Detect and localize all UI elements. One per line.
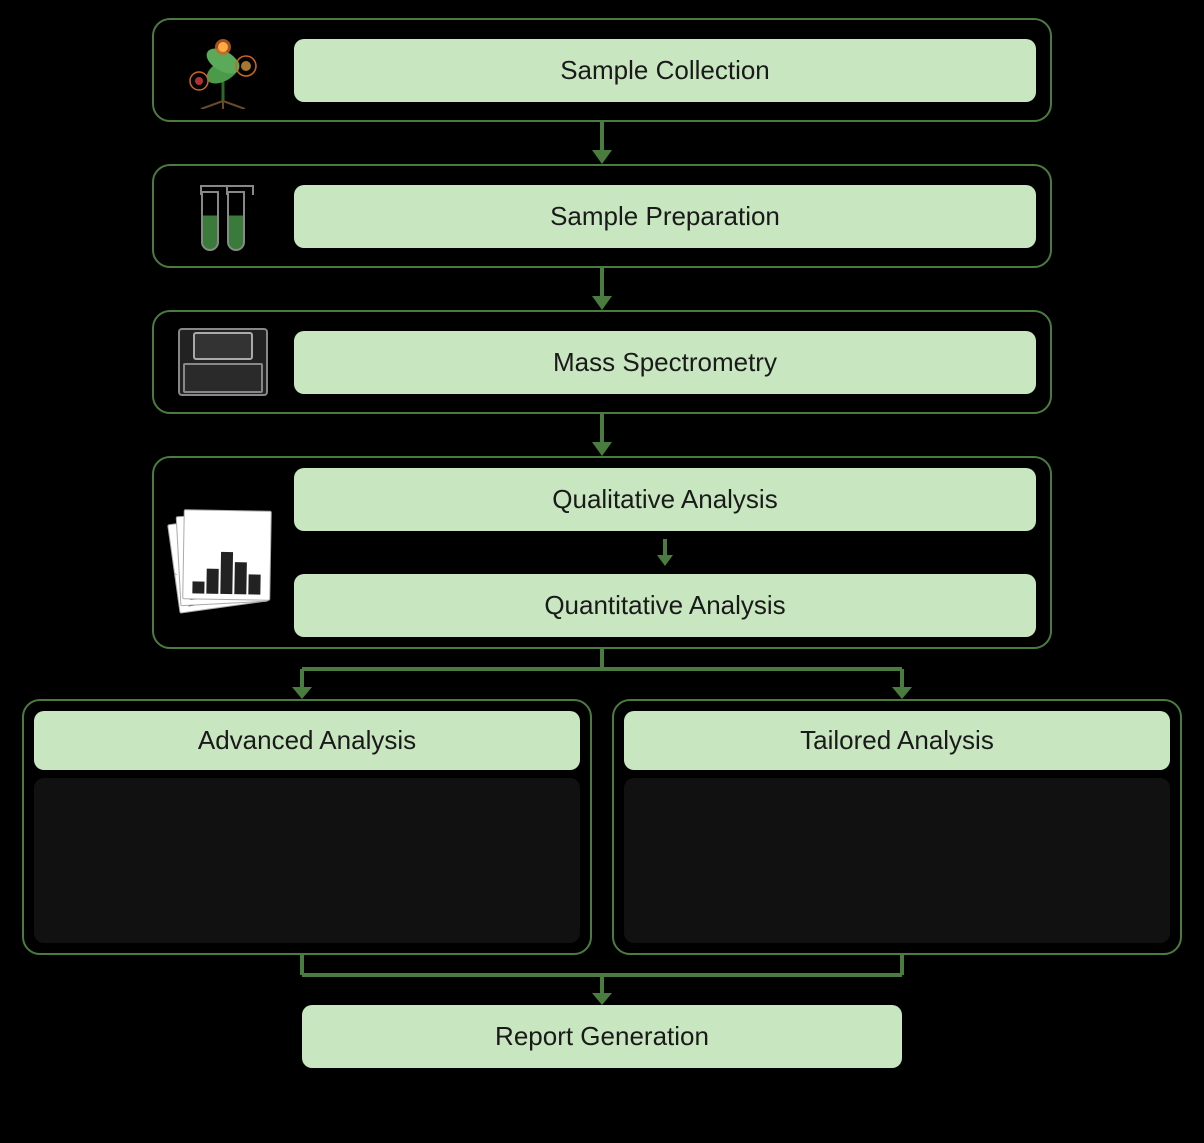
qualitative-analysis-label: Qualitative Analysis bbox=[294, 468, 1036, 531]
mass-spectrometry-row: Mass Spectrometry bbox=[152, 310, 1052, 414]
merge-arrows bbox=[22, 955, 1182, 1005]
spectrum-papers: ntensity m/z bbox=[173, 498, 273, 608]
bar bbox=[206, 568, 218, 593]
bar bbox=[248, 574, 260, 594]
advanced-analysis-content bbox=[34, 778, 580, 943]
merge-svg bbox=[22, 955, 1182, 1005]
report-generation-label: Report Generation bbox=[302, 1005, 902, 1068]
spectrum-paper-3 bbox=[182, 509, 272, 601]
arrow-3 bbox=[587, 414, 617, 456]
branch-svg bbox=[22, 649, 1182, 699]
ms-bot bbox=[183, 363, 263, 393]
inner-arrow bbox=[294, 539, 1036, 566]
arrow-head-3 bbox=[592, 442, 612, 456]
arrow-head-1 bbox=[592, 150, 612, 164]
tubes bbox=[171, 177, 276, 255]
tube-1 bbox=[201, 191, 219, 251]
arrow-1 bbox=[587, 122, 617, 164]
arrow-line-3 bbox=[600, 414, 604, 442]
plant-icon bbox=[168, 30, 278, 110]
sample-preparation-label: Sample Preparation bbox=[294, 185, 1036, 248]
branch-arrows bbox=[22, 649, 1182, 699]
tailored-analysis-box: Tailored Analysis bbox=[612, 699, 1182, 955]
mass-spectrometry-label: Mass Spectrometry bbox=[294, 331, 1036, 394]
ms-machine-icon bbox=[171, 323, 276, 401]
sample-preparation-row: Sample Preparation bbox=[152, 164, 1052, 268]
tailored-analysis-content bbox=[624, 778, 1170, 943]
inner-arrow-head bbox=[657, 555, 673, 566]
tailored-analysis-label: Tailored Analysis bbox=[624, 711, 1170, 770]
arrow-line-2 bbox=[600, 268, 604, 296]
arrow-line-1 bbox=[600, 122, 604, 150]
advanced-analysis-label: Advanced Analysis bbox=[34, 711, 580, 770]
side-by-side: Advanced Analysis Tailored Analysis bbox=[22, 699, 1182, 955]
flowchart: Sample Collection Sample Preparation bbox=[0, 0, 1204, 1143]
arrow-2 bbox=[587, 268, 617, 310]
plant-svg bbox=[171, 31, 276, 109]
tube-icon bbox=[168, 176, 278, 256]
bar bbox=[192, 580, 204, 593]
quantitative-analysis-label: Quantitative Analysis bbox=[294, 574, 1036, 637]
sample-collection-label: Sample Collection bbox=[294, 39, 1036, 102]
inner-arrow-line bbox=[663, 539, 667, 555]
spectrum-bars-3 bbox=[188, 543, 265, 594]
advanced-analysis-box: Advanced Analysis bbox=[22, 699, 592, 955]
split-section: Advanced Analysis Tailored Analysis bbox=[22, 649, 1182, 1068]
spectrum-icon: ntensity m/z bbox=[168, 488, 278, 618]
arrow-head-2 bbox=[592, 296, 612, 310]
analysis-labels: Qualitative Analysis Quantitative Analys… bbox=[294, 468, 1036, 637]
analysis-row: ntensity m/z bbox=[152, 456, 1052, 649]
ms-machine bbox=[178, 328, 268, 396]
tube-2 bbox=[227, 191, 245, 251]
bar bbox=[220, 551, 233, 594]
ms-icon bbox=[168, 322, 278, 402]
sample-collection-row: Sample Collection bbox=[152, 18, 1052, 122]
ms-top bbox=[193, 332, 253, 360]
bar bbox=[234, 561, 247, 594]
